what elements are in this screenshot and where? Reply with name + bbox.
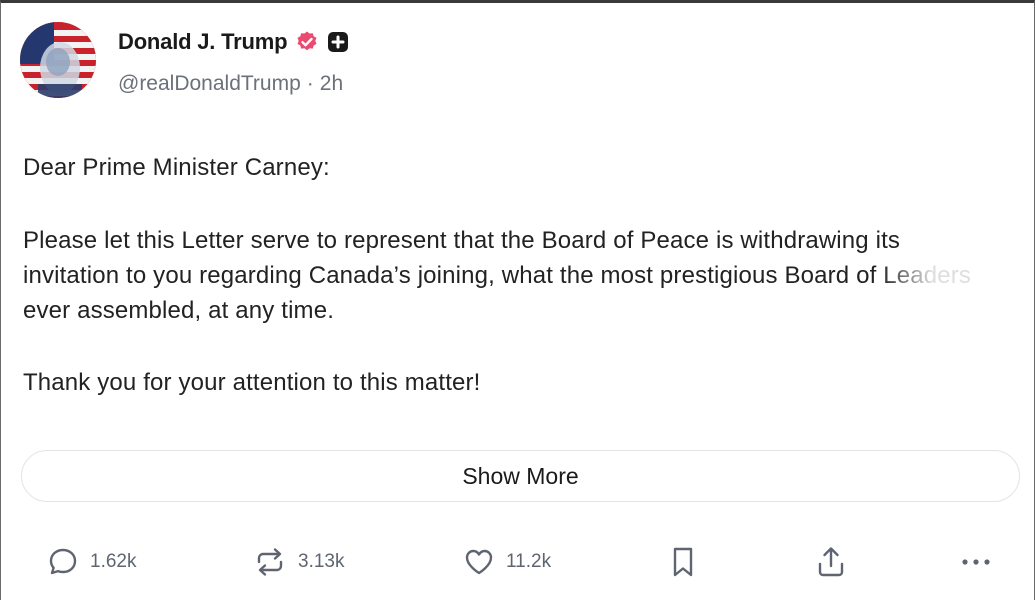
like-button[interactable]: 11.2k [462, 540, 551, 584]
more-options-button[interactable] [958, 540, 994, 584]
meta-separator: · [306, 72, 314, 95]
retruth-arrows-icon [252, 545, 288, 579]
post-header: Donald J. Trump @realDonaldTrump · 2h [20, 22, 349, 98]
post-main-paragraph: Please let this Letter serve to represen… [23, 227, 971, 324]
heart-icon [462, 545, 496, 579]
post-greeting: Dear Prime Minister Carney: [23, 154, 330, 181]
plus-badge-icon [327, 31, 349, 53]
reply-count: 1.62k [90, 551, 137, 572]
post-actions-bar: 1.62k 3.13k 11.2k [0, 540, 1035, 584]
retruth-count: 3.13k [298, 551, 345, 572]
more-dots-icon [958, 552, 994, 572]
like-count: 11.2k [506, 551, 552, 572]
author-display-name[interactable]: Donald J. Trump [118, 29, 288, 55]
reply-bubble-icon [46, 545, 80, 579]
show-more-button[interactable]: Show More [21, 450, 1020, 502]
share-button[interactable] [814, 540, 848, 584]
post-closing: Thank you for your attention to this mat… [23, 369, 481, 396]
bookmark-button[interactable] [668, 540, 698, 584]
bookmark-icon [668, 544, 698, 580]
reply-button[interactable]: 1.62k [46, 540, 136, 584]
post-timestamp[interactable]: 2h [320, 72, 343, 96]
share-upload-icon [814, 544, 848, 580]
retruth-button[interactable]: 3.13k [252, 540, 344, 584]
author-meta: @realDonaldTrump · 2h [118, 72, 349, 96]
author-avatar[interactable] [20, 22, 96, 98]
author-handle[interactable]: @realDonaldTrump [118, 72, 301, 96]
verified-check-icon [295, 30, 319, 54]
